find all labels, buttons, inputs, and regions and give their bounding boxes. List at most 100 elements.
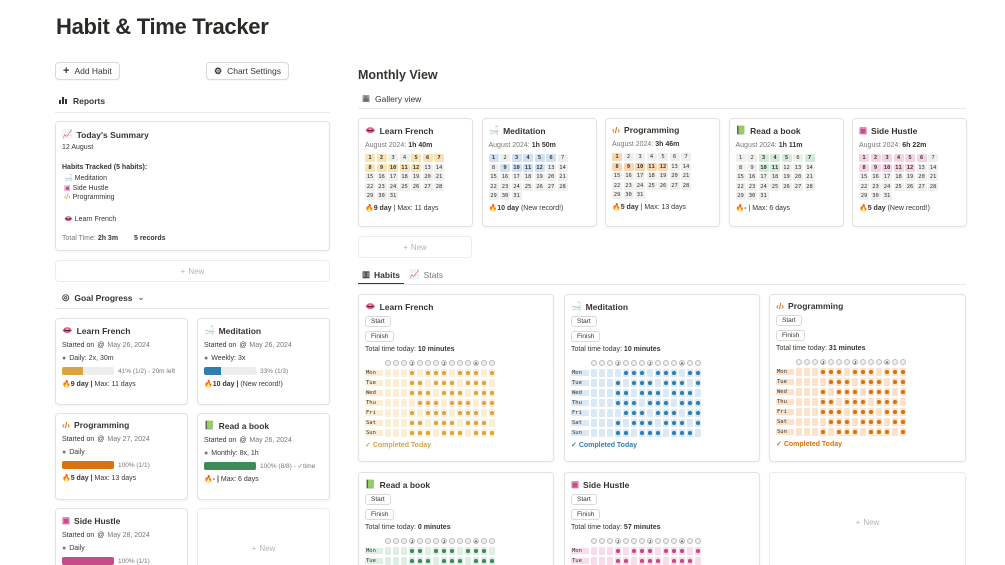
- habit-day-cell: [892, 418, 898, 426]
- plus-icon: +: [63, 64, 70, 77]
- tab-stats[interactable]: 📈 Stats: [409, 269, 443, 280]
- calendar-day: 8: [735, 163, 746, 172]
- start-button[interactable]: Start: [365, 316, 391, 327]
- habit-card[interactable]: 👄 Learn French Start Finish Total time today…: [358, 294, 554, 462]
- month-calendar: 1 2 3 4 5 6 7 8 9 10 11 12 13 14 15 16 17 18 19 20 21 22 23 24 2…: [612, 153, 713, 199]
- goal-card[interactable]: ▣ Side Hustle Started on @ May 28, 2024 ● Dai…: [55, 508, 188, 565]
- total-time-line: Total Time: 2h 3m 5 records: [62, 235, 166, 242]
- habit-day-cell: [409, 429, 415, 437]
- code-icon: ‹/›: [62, 420, 71, 430]
- new-habit-card-button[interactable]: + New: [769, 472, 966, 565]
- goal-progress-header[interactable]: ◎ Goal Progress ⌄: [62, 292, 145, 303]
- month-marker: A: [473, 360, 479, 366]
- habit-day-cell: [812, 388, 818, 396]
- fire-icon: 🔥: [735, 205, 745, 212]
- calendar-day: 17: [758, 173, 769, 181]
- month-marker: A: [679, 538, 685, 544]
- habit-day-cell: [647, 389, 653, 397]
- habit-day-cell: [449, 557, 455, 565]
- habit-day-cell: [599, 409, 605, 417]
- habit-day-cell: [599, 399, 605, 407]
- start-button[interactable]: Start: [776, 315, 802, 326]
- month-card-title: Side Hustle: [871, 125, 918, 136]
- calendar-day: 22: [735, 182, 746, 191]
- goal-card[interactable]: 🛁 Meditation Started on @ May 26, 2024 ● Week…: [197, 318, 330, 405]
- code-icon: ‹/›: [612, 125, 621, 135]
- habit-card[interactable]: 📗 Read a book Start Finish Total time today:…: [358, 472, 554, 565]
- habit-day-cell: [631, 557, 637, 565]
- month-card[interactable]: 🛁 Meditation August 2024: 1h 50m 1 2 3 4 5 6 7 8 9 1…: [481, 118, 597, 227]
- month-card[interactable]: ‹/› Programming August 2024: 3h 46m 1 2 3 4 5 6 7…: [605, 118, 720, 227]
- calendar-day: 24: [511, 182, 522, 191]
- fire-icon: 🔥: [859, 205, 868, 212]
- new-goal-button[interactable]: + New: [197, 508, 330, 565]
- month-period: August 2024: 1h 11m: [735, 142, 803, 149]
- habit-card[interactable]: ‹/› Programming Start Finish Total time toda…: [769, 294, 966, 462]
- month-marker: [449, 538, 455, 544]
- goal-card[interactable]: 📗 Read a book Started on @ May 26, 2024 ● Mon…: [197, 413, 330, 500]
- habit-day-cell: [401, 369, 407, 377]
- habit-day-cell: [892, 428, 898, 436]
- finish-button[interactable]: Finish: [571, 509, 601, 520]
- month-card[interactable]: 👄 Learn French August 2024: 1h 40m 1 2 3 4 5 6 7 8…: [358, 118, 473, 227]
- month-marker: [655, 360, 661, 366]
- habit-day-cell: [385, 399, 391, 407]
- month-card[interactable]: ▣ Side Hustle August 2024: 6h 22m 1 2 3 4 5 6 7 8 9…: [852, 118, 967, 227]
- calendar-day: 18: [399, 173, 410, 181]
- columns-icon: ▥: [362, 269, 371, 279]
- habit-card[interactable]: ▣ Side Hustle Start Finish Total time today:…: [564, 472, 760, 565]
- habit-day-cell: [663, 399, 669, 407]
- habit-day-cell: [631, 379, 637, 387]
- finish-button[interactable]: Finish: [571, 331, 601, 342]
- habit-day-cell: [409, 557, 415, 565]
- goal-card[interactable]: 👄 Learn French Started on @ May 26, 2024 ● Da…: [55, 318, 188, 405]
- start-button[interactable]: Start: [571, 494, 597, 505]
- month-marker: J: [820, 359, 826, 365]
- habit-day-cell: [844, 368, 850, 376]
- gallery-view-tab[interactable]: ▦ Gallery view: [362, 93, 421, 104]
- month-card-title: Programming: [624, 125, 680, 135]
- start-button[interactable]: Start: [365, 494, 391, 505]
- chart-settings-button[interactable]: ⚙ Chart Settings: [206, 62, 289, 80]
- month-marker: J: [441, 538, 447, 544]
- calendar-day: 21: [434, 173, 444, 181]
- habit-day-cell: [812, 408, 818, 416]
- habit-day-cell: [900, 378, 906, 386]
- month-card[interactable]: 📗 Read a book August 2024: 1h 11m 1 2 3 4 5 6 7 8 9…: [728, 118, 844, 227]
- summary-card[interactable]: 📈 Today's Summary 12 August Habits Track…: [55, 121, 330, 251]
- calendar-day: 11: [646, 162, 657, 171]
- habit-day-cell: [820, 388, 826, 396]
- calendar-day: 7: [434, 154, 444, 162]
- habit-day-cell: [417, 409, 423, 417]
- habit-day-cell: [489, 409, 495, 417]
- habit-day-cell: [900, 368, 906, 376]
- habit-day-cell: [796, 408, 802, 416]
- start-button[interactable]: Start: [571, 316, 597, 327]
- tab-habits[interactable]: ▥ Habits: [362, 269, 400, 280]
- habit-day-cell: [385, 557, 391, 565]
- habit-day-cell: [425, 547, 431, 555]
- finish-button[interactable]: Finish: [776, 330, 806, 341]
- habit-day-cell: [900, 398, 906, 406]
- new-report-button[interactable]: + New: [55, 260, 330, 282]
- month-marker: [804, 359, 810, 365]
- habit-day-cell: [607, 369, 613, 377]
- habit-name: Programming: [788, 301, 844, 311]
- habit-day-cell: [449, 547, 455, 555]
- add-habit-button[interactable]: + Add Habit: [55, 62, 120, 80]
- finish-button[interactable]: Finish: [365, 331, 395, 342]
- habit-card[interactable]: 🛁 Meditation Start Finish Total time today: …: [564, 294, 760, 462]
- new-month-card-button[interactable]: + New: [358, 236, 472, 258]
- calendar-day: 10: [635, 162, 645, 171]
- reports-header[interactable]: Reports: [59, 96, 105, 106]
- habit-day-cell: [591, 379, 597, 387]
- habit-day-cell: [591, 399, 597, 407]
- habit-day-cell: [615, 399, 621, 407]
- goal-card[interactable]: ‹/› Programming Started on @ May 27, 2024 ● D…: [55, 413, 188, 500]
- calendar-day: 25: [770, 182, 780, 191]
- finish-button[interactable]: Finish: [365, 509, 395, 520]
- habit-day-cell: [465, 409, 471, 417]
- habit-day-cell: [812, 428, 818, 436]
- habit-day-cell: [449, 379, 455, 387]
- habit-day-cell: [425, 399, 431, 407]
